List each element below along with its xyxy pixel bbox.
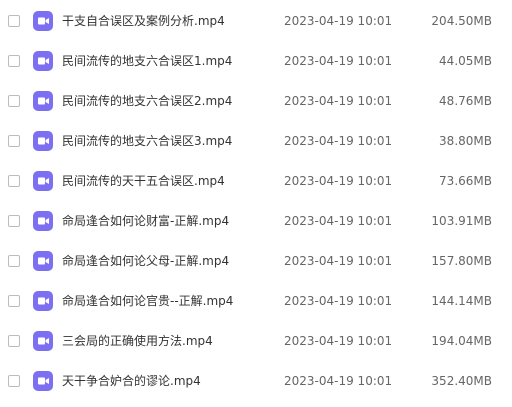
file-list: 干支自合误区及案例分析.mp4 2023-04-19 10:01 204.50M… <box>0 0 512 407</box>
file-row[interactable]: 民间流传的地支六合误区2.mp4 2023-04-19 10:01 48.76M… <box>0 82 512 122</box>
row-checkbox[interactable] <box>8 255 20 267</box>
row-checkbox[interactable] <box>8 95 20 107</box>
row-checkbox[interactable] <box>8 175 20 187</box>
row-checkbox[interactable] <box>8 55 20 67</box>
file-row[interactable]: 民间流传的地支六合误区1.mp4 2023-04-19 10:01 44.05M… <box>0 42 512 82</box>
file-size: 157.80MB <box>431 254 492 268</box>
row-checkbox[interactable] <box>8 335 20 347</box>
video-file-icon <box>33 371 53 391</box>
file-size: 44.05MB <box>439 54 492 68</box>
file-row[interactable]: 命局逢合如何论财富-正解.mp4 2023-04-19 10:01 103.91… <box>0 202 512 242</box>
file-row[interactable]: 民间流传的地支六合误区3.mp4 2023-04-19 10:01 38.80M… <box>0 122 512 162</box>
file-modified-date: 2023-04-19 10:01 <box>284 14 393 28</box>
file-name[interactable]: 命局逢合如何论财富-正解.mp4 <box>62 213 229 229</box>
file-modified-date: 2023-04-19 10:01 <box>284 54 393 68</box>
file-name[interactable]: 民间流传的地支六合误区3.mp4 <box>62 133 232 149</box>
file-name[interactable]: 三会局的正确使用方法.mp4 <box>62 333 213 349</box>
video-file-icon <box>33 251 53 271</box>
file-modified-date: 2023-04-19 10:01 <box>284 94 393 108</box>
video-file-icon <box>33 91 53 111</box>
file-size: 38.80MB <box>439 134 492 148</box>
video-file-icon <box>33 331 53 351</box>
file-row[interactable]: 天干争合妒合的谬论.mp4 2023-04-19 10:01 352.40MB <box>0 362 512 402</box>
video-file-icon <box>33 11 53 31</box>
file-modified-date: 2023-04-19 10:01 <box>284 254 393 268</box>
video-file-icon <box>33 211 53 231</box>
row-checkbox[interactable] <box>8 375 20 387</box>
file-size: 103.91MB <box>431 214 492 228</box>
file-modified-date: 2023-04-19 10:01 <box>284 294 393 308</box>
file-modified-date: 2023-04-19 10:01 <box>284 334 393 348</box>
file-modified-date: 2023-04-19 10:01 <box>284 374 393 388</box>
file-row[interactable]: 三会局的正确使用方法.mp4 2023-04-19 10:01 194.04MB <box>0 322 512 362</box>
video-file-icon <box>33 291 53 311</box>
video-file-icon <box>33 131 53 151</box>
file-name[interactable]: 天干争合妒合的谬论.mp4 <box>62 373 201 389</box>
row-checkbox[interactable] <box>8 295 20 307</box>
file-row[interactable]: 干支自合误区及案例分析.mp4 2023-04-19 10:01 204.50M… <box>0 2 512 42</box>
file-modified-date: 2023-04-19 10:01 <box>284 214 393 228</box>
file-row[interactable]: 命局逢合如何论父母-正解.mp4 2023-04-19 10:01 157.80… <box>0 242 512 282</box>
video-file-icon <box>33 171 53 191</box>
file-name[interactable]: 命局逢合如何论父母-正解.mp4 <box>62 253 229 269</box>
file-row[interactable]: 民间流传的天干五合误区.mp4 2023-04-19 10:01 73.66MB <box>0 162 512 202</box>
file-name[interactable]: 民间流传的地支六合误区2.mp4 <box>62 93 232 109</box>
file-size: 204.50MB <box>431 14 492 28</box>
file-name[interactable]: 民间流传的地支六合误区1.mp4 <box>62 53 232 69</box>
file-name[interactable]: 命局逢合如何论官贵--正解.mp4 <box>62 293 233 309</box>
file-size: 73.66MB <box>439 174 492 188</box>
file-size: 144.14MB <box>431 294 492 308</box>
row-checkbox[interactable] <box>8 15 20 27</box>
file-row[interactable]: 命局逢合如何论官贵--正解.mp4 2023-04-19 10:01 144.1… <box>0 282 512 322</box>
file-size: 48.76MB <box>439 94 492 108</box>
file-modified-date: 2023-04-19 10:01 <box>284 174 393 188</box>
file-name[interactable]: 干支自合误区及案例分析.mp4 <box>62 13 225 29</box>
row-checkbox[interactable] <box>8 215 20 227</box>
video-file-icon <box>33 51 53 71</box>
file-size: 352.40MB <box>431 374 492 388</box>
file-modified-date: 2023-04-19 10:01 <box>284 134 393 148</box>
row-checkbox[interactable] <box>8 135 20 147</box>
file-name[interactable]: 民间流传的天干五合误区.mp4 <box>62 173 225 189</box>
file-size: 194.04MB <box>431 334 492 348</box>
